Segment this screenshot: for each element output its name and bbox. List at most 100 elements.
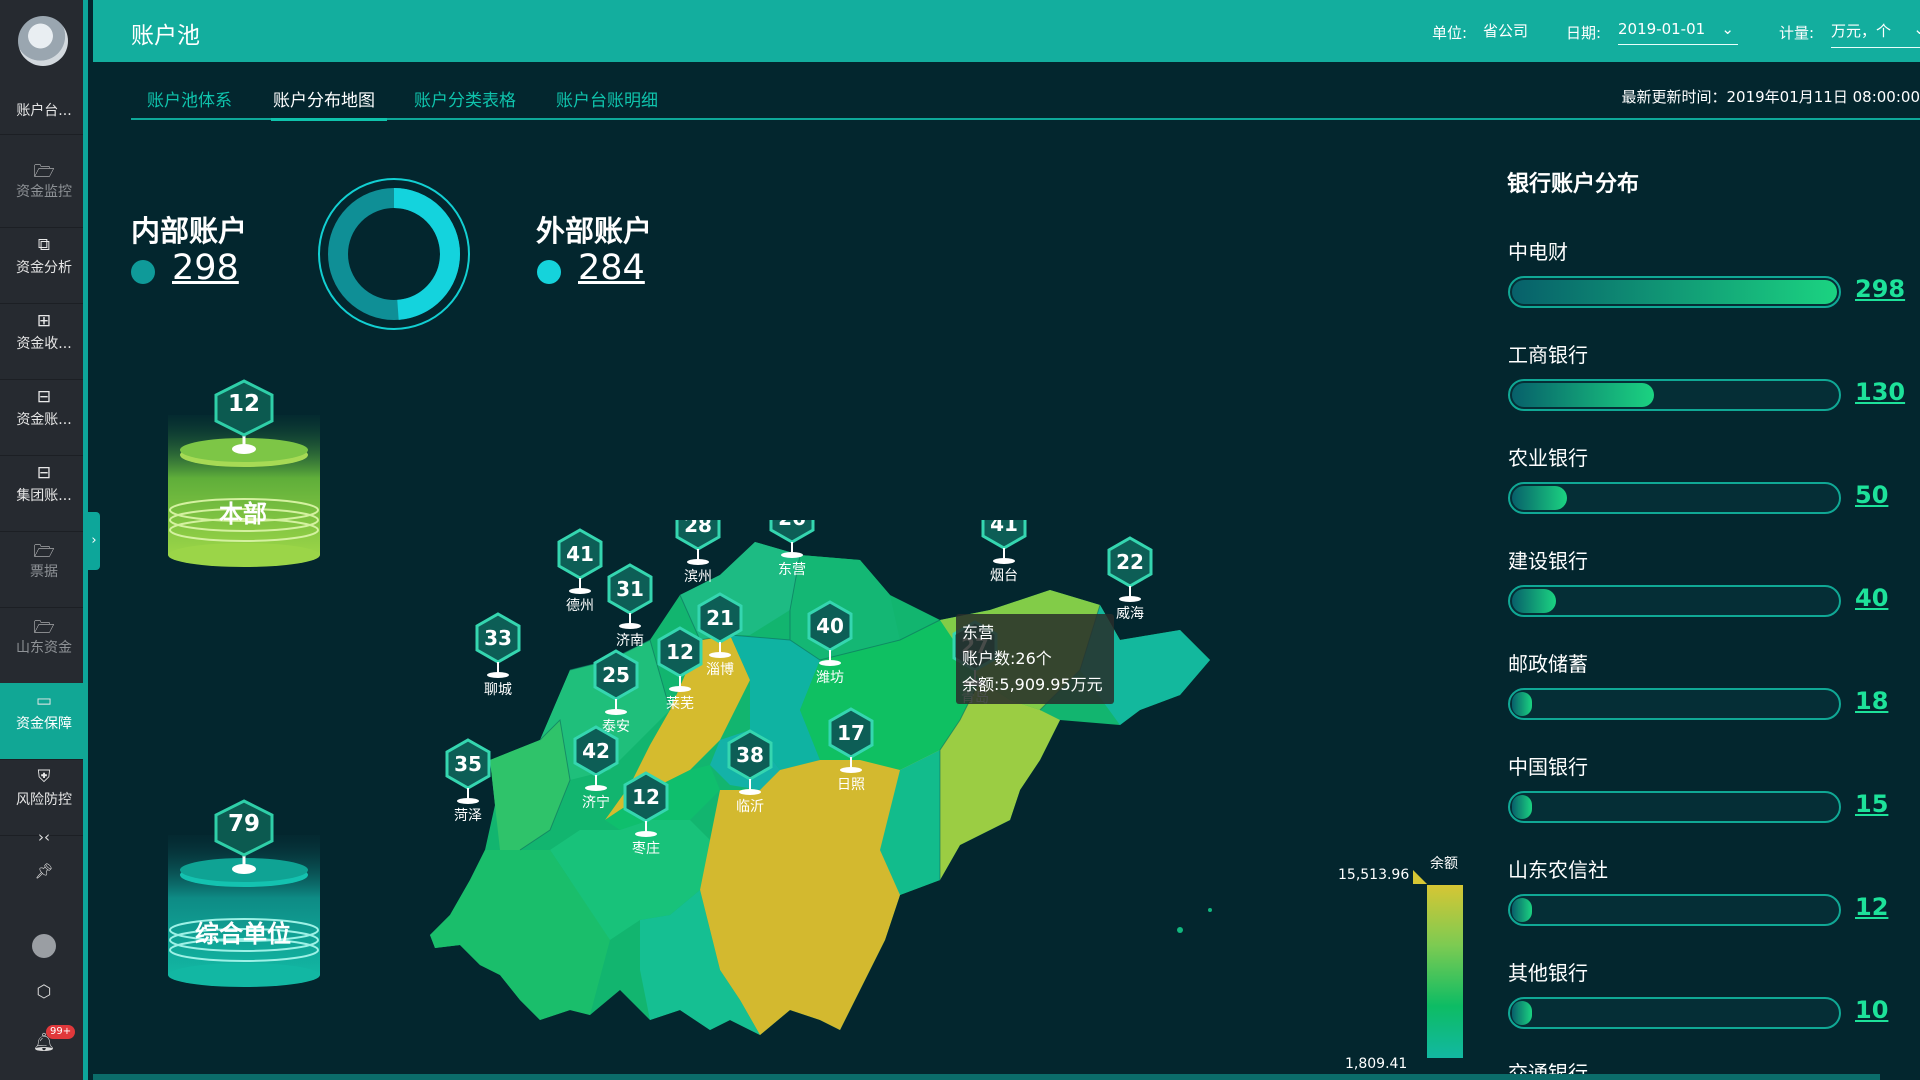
- shandong-map[interactable]: 28滨州26东营41烟台22威海41德州31济南21淄博40潍坊27青岛33聊城…: [420, 520, 1460, 1040]
- map-marker-5[interactable]: 31 济南: [607, 563, 653, 649]
- sidebar-item-1[interactable]: 🗁︎ 资金监控: [0, 151, 88, 227]
- sidebar-item-3[interactable]: ⊞ 资金收...: [0, 303, 88, 379]
- legend-max-value: 15,513.96: [1338, 867, 1410, 883]
- bank-bar-track[interactable]: [1508, 379, 1841, 411]
- top-bar: 账户池 单位: 省公司 日期: 2019-01-01 ⌄ 计量: 万元，个 ⌄: [93, 0, 1920, 62]
- sidebar-item-5[interactable]: ⊟ 集团账...: [0, 455, 88, 531]
- external-accounts-value[interactable]: 284: [578, 248, 645, 288]
- bank-count-link[interactable]: 50: [1855, 481, 1888, 509]
- unit-select[interactable]: 省公司: [1483, 20, 1528, 47]
- map-marker-value: 28: [684, 520, 712, 537]
- bank-name: 中电财: [1508, 240, 1568, 264]
- map-marker-3[interactable]: 22 威海: [1107, 536, 1153, 622]
- folder-icon: 🗁︎: [33, 618, 55, 638]
- map-marker-city: 枣庄: [632, 840, 660, 857]
- bank-count-link[interactable]: 15: [1855, 790, 1888, 818]
- bank-count-link[interactable]: 18: [1855, 687, 1888, 715]
- internal-accounts-value[interactable]: 298: [172, 248, 239, 288]
- map-marker-city: 德州: [566, 598, 594, 614]
- sidebar-item-label: 资金账...: [16, 412, 72, 428]
- sidebar-item-label: 集团账...: [16, 488, 72, 504]
- map-marker-value: 41: [990, 520, 1018, 536]
- sidebar-item-4[interactable]: ⊟ 资金账...: [0, 379, 88, 455]
- bank-count-link[interactable]: 298: [1855, 275, 1905, 303]
- income-icon: ⊞: [36, 311, 52, 331]
- bank-count-link[interactable]: 40: [1855, 584, 1888, 612]
- measure-value: 万元，个: [1831, 22, 1892, 40]
- map-marker-city: 威海: [1116, 606, 1144, 622]
- risk-icon: ⛨: [37, 767, 51, 787]
- tab-ledger-detail[interactable]: 账户台账明细: [556, 86, 658, 118]
- map-marker-value: 40: [816, 614, 844, 638]
- collapse-arrows-icon[interactable]: ›‹: [0, 828, 88, 846]
- map-marker-0[interactable]: 28 滨州: [675, 520, 721, 585]
- sidebar-item-7[interactable]: 🗁︎ 山东资金: [0, 607, 88, 683]
- sidebar-item-2[interactable]: ⧉ 资金分析: [0, 227, 88, 303]
- bank-name: 中国银行: [1508, 755, 1588, 779]
- bell-icon[interactable]: 🔔︎: [0, 1032, 88, 1053]
- legend-gradient-bar[interactable]: [1427, 885, 1463, 1058]
- bank-bar-fill: [1512, 383, 1654, 407]
- bank-bar-fill: [1512, 898, 1532, 922]
- bank-distribution-title: 银行账户分布: [1507, 172, 1640, 197]
- map-marker-9[interactable]: 33 聊城: [475, 612, 521, 698]
- map-marker-city: 淄博: [706, 661, 734, 678]
- map-marker-city: 济南: [616, 633, 644, 649]
- sidebar-item-9[interactable]: ⛨ 风险防控: [0, 759, 88, 835]
- sidebar: 账户台... 🗁︎ 资金监控 ⧉ 资金分析 ⊞ 资金收... ⊟ 资金账... ⊟ 集团账... 🗁︎…: [0, 0, 88, 1080]
- date-picker[interactable]: 2019-01-01 ⌄: [1618, 20, 1738, 45]
- cube-icon[interactable]: ⬡: [0, 982, 88, 1002]
- bank-count-link[interactable]: 10: [1855, 996, 1888, 1024]
- tab-pool-system[interactable]: 账户池体系: [147, 86, 232, 118]
- sidebar-item-label: 风险防控: [16, 792, 72, 808]
- bank-name: 工商银行: [1508, 343, 1588, 367]
- map-marker-15[interactable]: 35 菏泽: [445, 738, 491, 824]
- sidebar-item-8[interactable]: ▭ 资金保障: [0, 683, 88, 759]
- bank-count-link[interactable]: 12: [1855, 893, 1888, 921]
- map-marker-2[interactable]: 41 烟台: [981, 520, 1027, 584]
- bank-name: 建设银行: [1508, 549, 1588, 573]
- bank-bar-track[interactable]: [1508, 585, 1841, 617]
- tooltip-balance: 余额:5,909.95万元: [962, 675, 1103, 694]
- map-marker-city: 潍坊: [816, 670, 844, 686]
- bank-bar-track[interactable]: [1508, 791, 1841, 823]
- bank-count-link[interactable]: 130: [1855, 378, 1905, 406]
- measure-select[interactable]: 万元，个 ⌄: [1831, 20, 1920, 48]
- bank-bar-fill: [1512, 486, 1567, 510]
- bank-bar-track[interactable]: [1508, 894, 1841, 926]
- chevron-down-icon: ⌄: [1721, 20, 1734, 38]
- tab-distribution-map[interactable]: 账户分布地图: [271, 86, 387, 121]
- legend-max-handle[interactable]: [1413, 870, 1427, 884]
- map-marker-4[interactable]: 41 德州: [557, 528, 603, 614]
- map-marker-value: 26: [778, 520, 806, 530]
- bank-name: 其他银行: [1508, 961, 1588, 985]
- map-marker-city: 聊城: [484, 682, 512, 698]
- external-accounts-title: 外部账户: [536, 214, 653, 248]
- map-marker-city: 烟台: [990, 568, 1018, 584]
- bank-bar-track[interactable]: [1508, 688, 1841, 720]
- sidebar-item-0[interactable]: 账户台...: [0, 88, 88, 122]
- avatar[interactable]: [32, 934, 56, 958]
- map-marker-city: 日照: [837, 777, 865, 793]
- horizontal-scrollbar[interactable]: [93, 1074, 1880, 1080]
- map-marker-value: 21: [706, 606, 734, 630]
- tab-classification-table[interactable]: 账户分类表格: [414, 86, 516, 118]
- sidebar-item-label: 资金分析: [16, 260, 72, 276]
- sidebar-item-label: 资金保障: [16, 716, 72, 732]
- map-marker-value: 41: [566, 542, 594, 566]
- unit-label: 单位:: [1432, 24, 1468, 42]
- sidebar-toggle-button[interactable]: ›: [88, 512, 100, 570]
- company-logo: [18, 16, 68, 66]
- bank-bar-track[interactable]: [1508, 482, 1841, 514]
- sidebar-item-6[interactable]: 🗁︎ 票据: [0, 531, 88, 607]
- map-marker-city: 临沂: [736, 799, 764, 815]
- external-legend-dot: [537, 260, 561, 284]
- bank-bar-track[interactable]: [1508, 276, 1841, 308]
- bank-bar-track[interactable]: [1508, 997, 1841, 1029]
- map-marker-city: 济宁: [582, 794, 610, 811]
- pin-icon[interactable]: 📌︎: [0, 862, 88, 880]
- sidebar-item-label: 票据: [30, 564, 58, 580]
- measure-label: 计量:: [1779, 24, 1815, 42]
- map-marker-value: 12: [666, 640, 694, 664]
- headquarters-count: 12: [227, 391, 260, 417]
